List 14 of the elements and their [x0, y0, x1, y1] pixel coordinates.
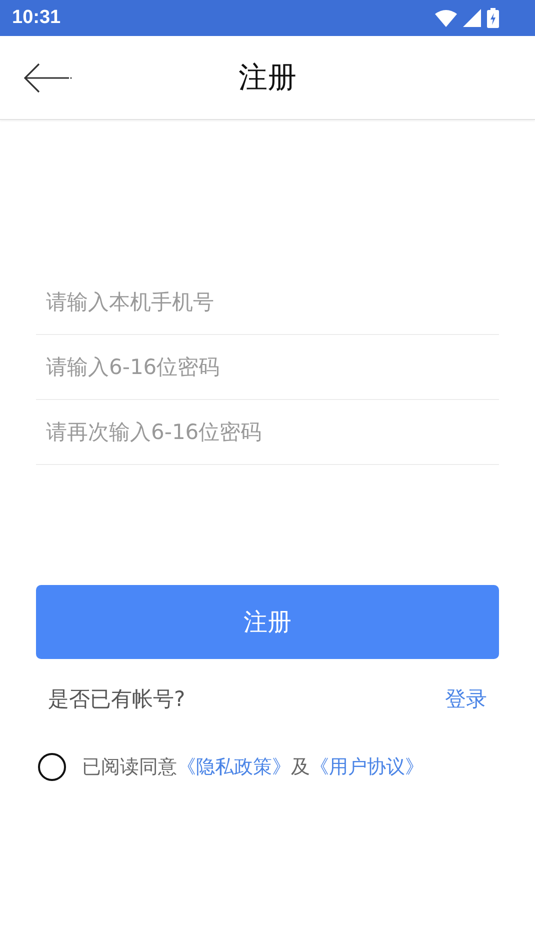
- page-title: 注册: [238, 58, 296, 96]
- agreement-text: 已阅读同意《隐私政策》及《用户协议》: [82, 755, 424, 780]
- login-prompt: 是否已有帐号?: [48, 686, 186, 713]
- agreement-checkbox[interactable]: [38, 753, 66, 781]
- back-arrow-icon: [24, 62, 72, 92]
- battery-charging-icon: [487, 8, 499, 28]
- back-button[interactable]: [24, 62, 72, 92]
- register-button[interactable]: 注册: [36, 585, 499, 659]
- login-link[interactable]: 登录: [445, 685, 487, 713]
- status-time: 10:31: [12, 7, 61, 29]
- agreement-link[interactable]: 《用户协议》: [310, 756, 424, 778]
- wifi-icon: [435, 10, 457, 26]
- signal-icon: [463, 9, 481, 27]
- agreement-link[interactable]: 《隐私政策》: [177, 756, 291, 778]
